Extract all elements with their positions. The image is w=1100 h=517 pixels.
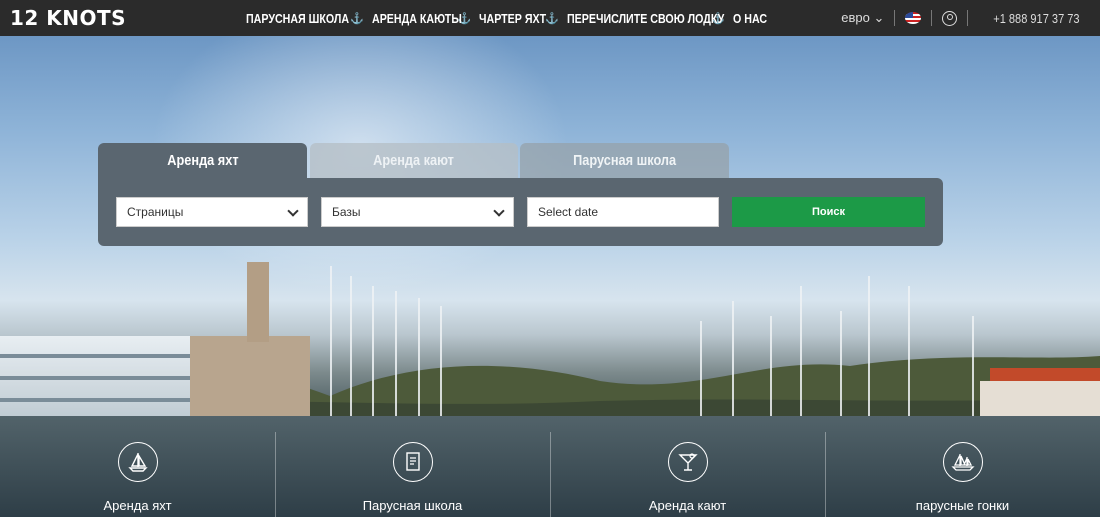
header-right: евро ⌄ +1 888 917 37 73: [841, 0, 1080, 36]
feature-sailing-school[interactable]: Парусная школа: [275, 402, 550, 517]
anchor-icon: ⚓: [350, 12, 364, 25]
currency-selector[interactable]: евро ⌄: [841, 10, 884, 26]
tab-sailing-school[interactable]: Парусная школа: [520, 143, 729, 178]
base-select[interactable]: Базы: [321, 197, 514, 227]
sailboat-icon: [117, 442, 158, 482]
chevron-down-icon: [287, 205, 299, 217]
user-account-icon[interactable]: [942, 10, 958, 26]
feature-yacht-rental[interactable]: Аренда яхт: [0, 402, 275, 517]
nav-cabin-rental[interactable]: Аренда каюты: [372, 11, 462, 26]
divider: [894, 10, 896, 26]
cocktail-icon: [667, 442, 708, 482]
church-tower: [247, 262, 269, 342]
anchor-icon: ⚓: [545, 12, 560, 25]
country-select[interactable]: Страницы: [116, 197, 308, 227]
feature-cabin-rental[interactable]: Аренда кают: [550, 402, 825, 517]
divider: [931, 10, 933, 26]
nav-yacht-charter[interactable]: Чартер яхт: [479, 11, 546, 26]
chevron-down-icon: [493, 205, 505, 217]
divider: [967, 10, 969, 26]
date-input[interactable]: [527, 197, 719, 227]
site-header: 12 KNOTS Парусная школа ⚓ Аренда каюты ⚓…: [0, 0, 1100, 36]
logo[interactable]: 12 KNOTS: [10, 6, 126, 30]
certificate-icon: [392, 442, 433, 482]
phone-number[interactable]: +1 888 917 37 73: [994, 11, 1080, 26]
nav-about[interactable]: О нас: [733, 11, 767, 26]
regatta-icon: [942, 442, 983, 482]
nav-list-boat[interactable]: Перечислите свою лодку: [567, 11, 724, 26]
tab-yacht-rental[interactable]: Аренда яхт: [98, 143, 307, 178]
main-nav: Парусная школа ⚓ Аренда каюты ⚓ Чартер я…: [246, 0, 767, 36]
us-flag-icon[interactable]: [905, 12, 922, 24]
feature-regatta[interactable]: парусные гонки: [825, 402, 1100, 517]
feature-strip: Аренда яхт Парусная школа Аренда кают па…: [0, 402, 1100, 517]
chevron-down-icon: ⌄: [873, 10, 885, 25]
search-button[interactable]: Поиск: [732, 197, 925, 227]
tab-cabin-rental[interactable]: Аренда кают: [310, 143, 518, 178]
nav-sailing-school[interactable]: Парусная школа: [246, 11, 349, 26]
